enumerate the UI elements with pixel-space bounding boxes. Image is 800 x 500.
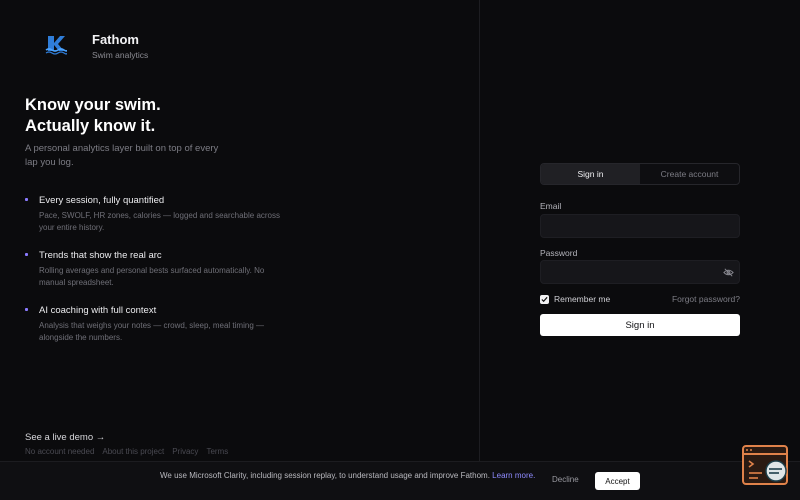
remember-me[interactable]: Remember me	[540, 294, 610, 304]
bullet-icon	[25, 308, 28, 311]
tab-sign-in[interactable]: Sign in	[541, 164, 640, 184]
password-field[interactable]	[540, 260, 740, 284]
tab-create-account[interactable]: Create account	[640, 164, 739, 184]
cookie-text: We use Microsoft Clarity, including sess…	[160, 471, 490, 480]
feature-description: Rolling averages and personal bests surf…	[39, 266, 265, 287]
feature-item: Every session, fully quantified Pace, SW…	[25, 195, 285, 234]
feedback-widget-icon[interactable]	[742, 443, 790, 487]
brand-name: Fathom	[92, 32, 139, 47]
forgot-password-link[interactable]: Forgot password?	[672, 294, 740, 304]
accept-button[interactable]: Accept	[595, 472, 640, 490]
feature-item: AI coaching with full context Analysis t…	[25, 305, 285, 344]
hero-tagline: A personal analytics layer built on top …	[25, 143, 219, 168]
decline-button[interactable]: Decline	[552, 475, 579, 484]
email-field[interactable]	[540, 214, 740, 238]
cookie-banner: We use Microsoft Clarity, including sess…	[0, 461, 800, 500]
feature-item: Trends that show the real arc Rolling av…	[25, 250, 285, 289]
checkmark-icon	[541, 296, 548, 302]
footer-links: No account needed About this project Pri…	[25, 447, 228, 456]
hero-headline: Know your swim. Actually know it.	[25, 95, 161, 137]
remember-checkbox[interactable]	[540, 294, 549, 304]
feature-description: Pace, SWOLF, HR zones, calories — logged…	[39, 211, 281, 232]
footer-link-privacy[interactable]: Privacy	[172, 447, 198, 456]
bullet-icon	[25, 253, 28, 256]
live-demo-link[interactable]: See a live demo →	[25, 432, 105, 443]
sign-in-button[interactable]: Sign in	[540, 314, 740, 336]
feature-list: Every session, fully quantified Pace, SW…	[25, 195, 285, 360]
feature-title: Trends that show the real arc	[39, 250, 162, 261]
headline-line-2: Actually know it.	[25, 117, 156, 135]
brand: Fathom Swim analytics	[45, 30, 148, 60]
feature-description: Analysis that weighs your notes — crowd,…	[39, 321, 264, 342]
feature-title: AI coaching with full context	[39, 305, 157, 316]
footer-link-about[interactable]: About this project	[102, 447, 164, 456]
footer-note-no-account: No account needed	[25, 447, 95, 456]
cookie-message: We use Microsoft Clarity, including sess…	[160, 469, 540, 482]
eye-off-icon[interactable]	[723, 267, 734, 278]
brand-text: Fathom Swim analytics	[92, 32, 148, 60]
auth-form: Sign in Create account Email Password Re…	[540, 163, 740, 336]
sign-in-page: Fathom Swim analytics Know your swim. Ac…	[0, 0, 800, 500]
swimmer-logo-icon	[45, 36, 67, 55]
footer-link-terms[interactable]: Terms	[206, 447, 228, 456]
brand-subtitle: Swim analytics	[92, 50, 149, 60]
remember-label: Remember me	[554, 294, 611, 304]
auth-tabs: Sign in Create account	[540, 163, 740, 185]
headline-line-1: Know your swim.	[25, 96, 161, 114]
bullet-icon	[25, 198, 28, 201]
email-label: Email	[540, 201, 562, 211]
feature-title: Every session, fully quantified	[39, 195, 165, 206]
marketing-panel: Fathom Swim analytics Know your swim. Ac…	[0, 0, 480, 500]
panel-divider	[479, 0, 480, 500]
cookie-learn-more-link[interactable]: Learn more.	[492, 471, 535, 480]
password-label: Password	[540, 248, 578, 258]
